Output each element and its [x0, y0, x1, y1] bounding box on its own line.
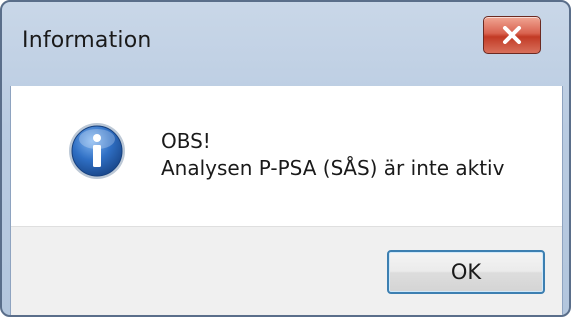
message-heading: OBS! — [161, 129, 211, 153]
ok-button[interactable]: OK — [387, 250, 545, 294]
button-area: OK — [11, 226, 562, 315]
title-bar[interactable]: Information — [2, 2, 569, 88]
dialog-body: OBS! Analysen P-PSA (SÅS) är inte aktiv … — [10, 86, 563, 315]
window-title: Information — [22, 28, 152, 53]
information-icon — [67, 121, 127, 181]
dialog-window: Information OBS! Analysen P-PSA (SÅS) är… — [0, 0, 571, 317]
close-button[interactable] — [483, 16, 541, 54]
close-icon — [502, 26, 522, 44]
message-body: Analysen P-PSA (SÅS) är inte aktiv — [161, 156, 505, 180]
message-text: OBS! Analysen P-PSA (SÅS) är inte aktiv — [161, 128, 504, 182]
